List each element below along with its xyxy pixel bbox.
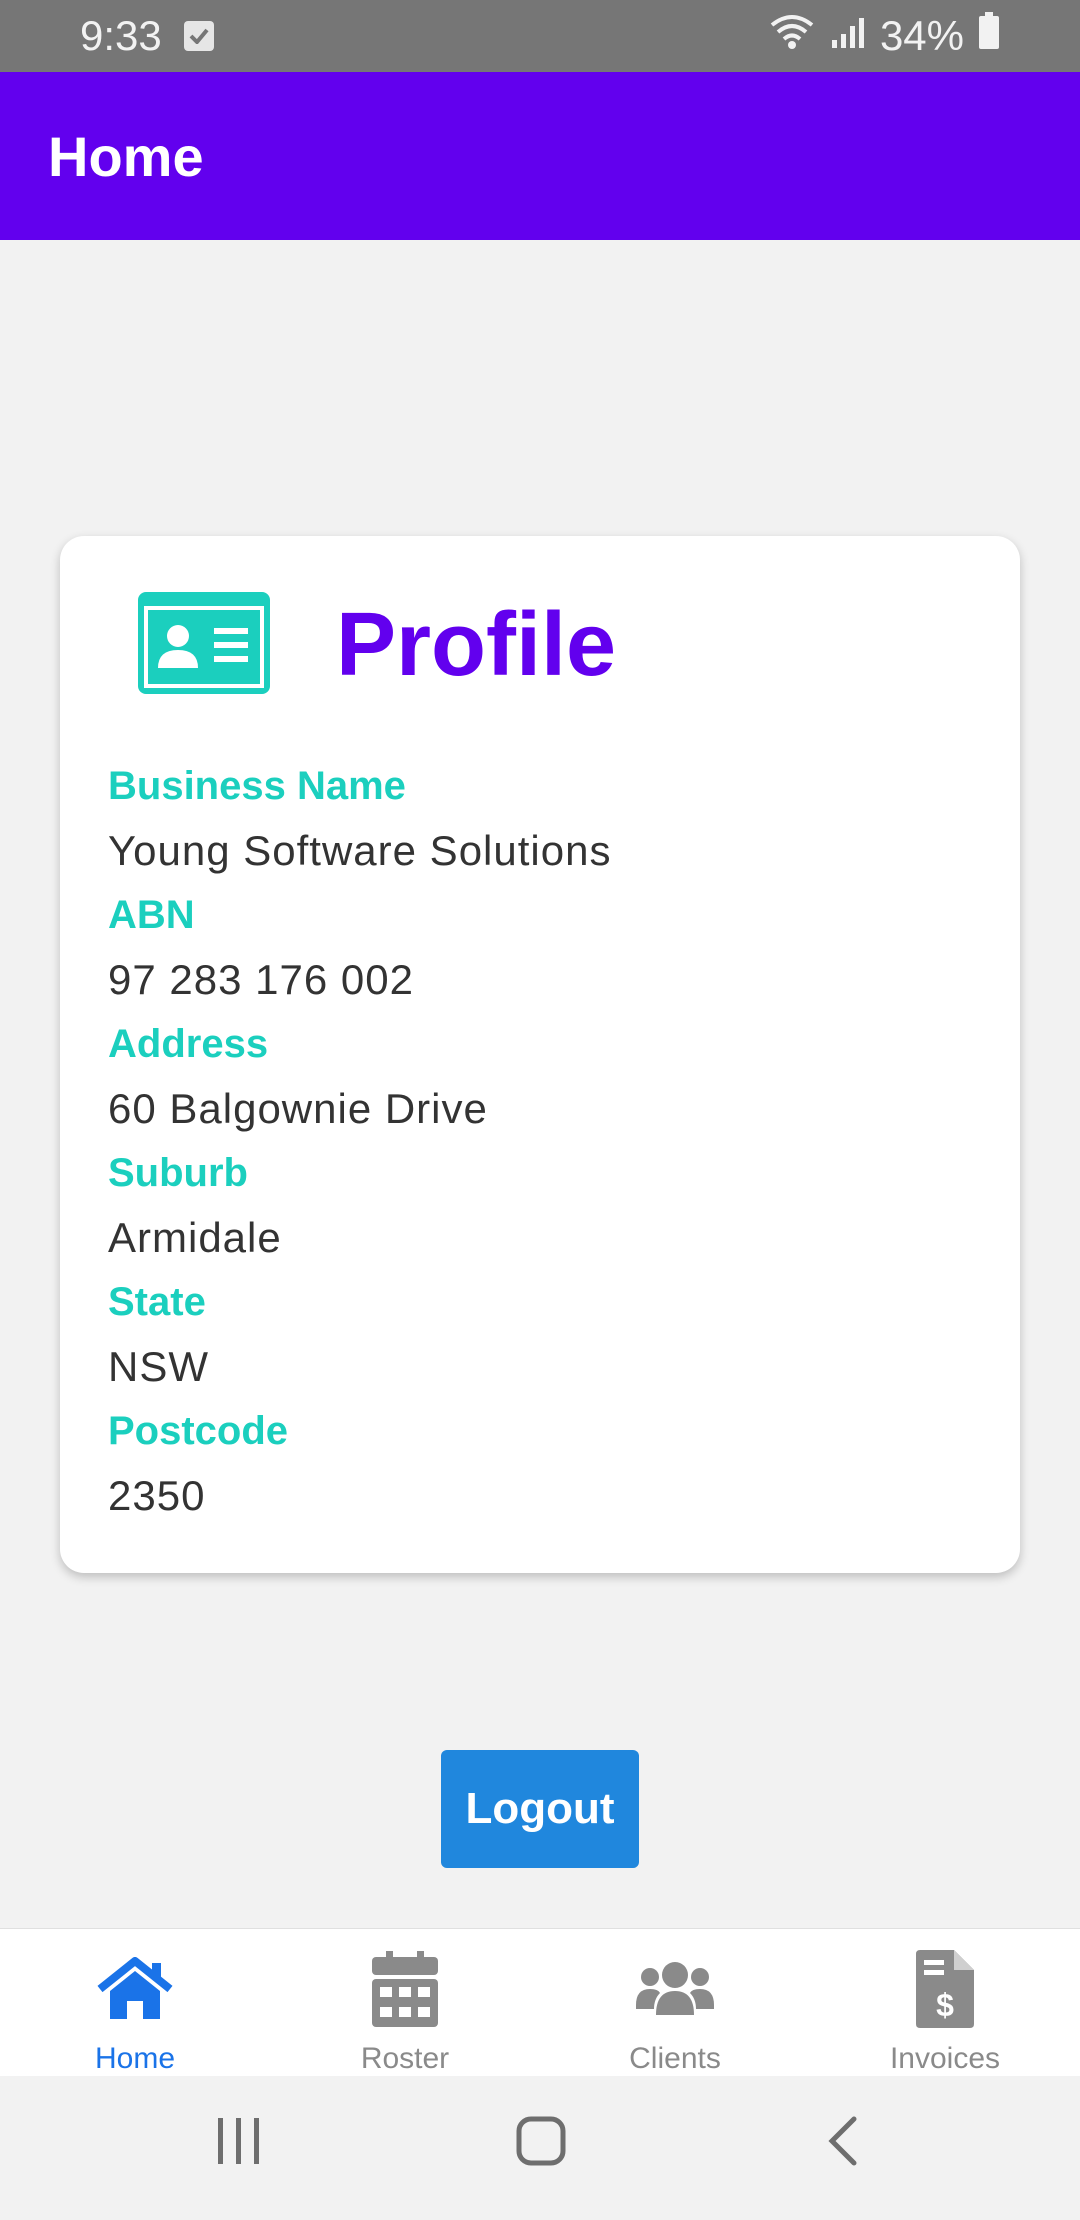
status-bar: 9:33 34% [0, 0, 1080, 72]
calendar-icon [372, 1947, 438, 2030]
business-name-value: Young Software Solutions [108, 827, 612, 874]
business-name-label: Business Name [108, 764, 406, 808]
address-label: Address [108, 1022, 269, 1066]
nav-label-invoices: Invoices [889, 2042, 1001, 2075]
profile-title: Profile [336, 595, 617, 695]
address-value: 60 Balgownie Drive [108, 1085, 488, 1132]
status-right: 34% [768, 11, 1000, 61]
users-icon [636, 1947, 714, 2030]
nav-item-roster[interactable]: Roster [270, 1929, 540, 2076]
nav-label-roster: Roster [360, 2042, 450, 2075]
id-card-icon [138, 592, 270, 699]
nav-item-clients[interactable]: Clients [540, 1929, 810, 2076]
status-left: 9:33 [80, 12, 214, 60]
wifi-icon [768, 11, 816, 61]
state-value: NSW [108, 1343, 209, 1390]
nav-item-home[interactable]: Home [0, 1929, 270, 2076]
page-title: Home [48, 124, 204, 188]
recent-apps-icon[interactable] [216, 2116, 262, 2171]
home-icon [96, 1947, 174, 2030]
battery-icon [978, 12, 1000, 60]
suburb-label: Suburb [108, 1151, 248, 1195]
logout-button[interactable]: Logout [441, 1750, 639, 1868]
bottom-nav: Home Roster Clients $ Invoices [0, 1928, 1080, 2076]
suburb-value: Armidale [108, 1214, 282, 1261]
nav-label-clients: Clients [629, 2042, 721, 2075]
nav-label-home: Home [94, 2042, 176, 2075]
signal-icon [830, 12, 866, 60]
postcode-value: 2350 [108, 1472, 206, 1519]
profile-card: Profile Business Name Young Software Sol… [60, 536, 1020, 1573]
app-bar: Home [0, 72, 1080, 240]
checkbox-notification-icon [183, 21, 214, 51]
system-nav-bar [0, 2076, 1080, 2220]
invoice-icon: $ [916, 1947, 974, 2030]
back-icon[interactable] [826, 2116, 860, 2171]
status-time: 9:33 [80, 12, 162, 59]
svg-text:$: $ [936, 1987, 954, 2023]
postcode-label: Postcode [108, 1409, 289, 1453]
profile-header: Profile [138, 592, 616, 699]
state-label: State [108, 1280, 206, 1324]
abn-value: 97 283 176 002 [108, 956, 414, 1003]
nav-item-invoices[interactable]: $ Invoices [810, 1929, 1080, 2076]
abn-label: ABN [108, 893, 195, 937]
home-button-icon[interactable] [516, 2116, 566, 2171]
battery-percent: 34% [879, 12, 964, 59]
profile-fields: Business Name Young Software Solutions A… [108, 754, 611, 1528]
